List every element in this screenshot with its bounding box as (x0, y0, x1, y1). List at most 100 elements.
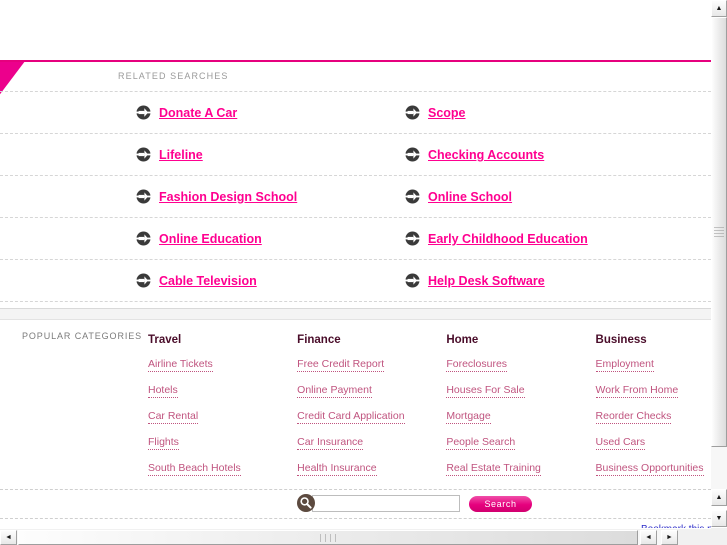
related-search-item[interactable]: Help Desk Software (405, 260, 545, 302)
popular-categories-columns: Travel Airline Tickets Hotels Car Rental… (148, 334, 711, 484)
related-search-item[interactable]: Donate A Car (136, 92, 237, 134)
scroll-down-button[interactable]: ▼ (711, 510, 727, 527)
triangle-up-icon: ▲ (715, 5, 723, 12)
category-link[interactable]: Hotels (148, 384, 178, 398)
related-search-link[interactable]: Fashion Design School (159, 190, 297, 204)
triangle-down-icon: ▼ (715, 515, 723, 522)
category-link[interactable]: Airline Tickets (148, 358, 213, 372)
vertical-scrollbar[interactable]: ▲ ▲ ▼ (711, 0, 727, 545)
list-item: Hotels (148, 380, 297, 406)
category-link[interactable]: Reorder Checks (595, 410, 672, 424)
list-item: Real Estate Training (446, 458, 595, 484)
search-button[interactable]: Search (469, 495, 532, 512)
related-search-item[interactable]: Checking Accounts (405, 134, 544, 176)
list-item: Car Insurance (297, 432, 446, 458)
scroll-up-button[interactable]: ▲ (711, 0, 727, 17)
list-item: Online Payment (297, 380, 446, 406)
related-search-item[interactable]: Lifeline (136, 134, 203, 176)
list-item: Used Cars (595, 432, 711, 458)
related-search-link[interactable]: Donate A Car (159, 106, 237, 120)
related-search-item[interactable]: Cable Television (136, 260, 257, 302)
circle-arrow-right-icon (136, 147, 151, 162)
scroll-up-button-secondary[interactable]: ▲ (711, 489, 727, 506)
list-item: Reorder Checks (595, 406, 711, 432)
table-row: Cable Television Help Desk Software (0, 259, 711, 301)
search-input[interactable] (312, 495, 460, 512)
category-link[interactable]: Houses For Sale (446, 384, 525, 398)
vertical-scrollbar-thumb[interactable] (711, 17, 727, 447)
list-item: Car Rental (148, 406, 297, 432)
list-item: Employment (595, 354, 711, 380)
circle-arrow-right-icon (405, 105, 420, 120)
related-search-link[interactable]: Scope (428, 106, 466, 120)
list-item: Mortgage (446, 406, 595, 432)
scroll-left-button[interactable]: ◄ (0, 530, 17, 545)
category-link[interactable]: Used Cars (595, 436, 646, 450)
related-search-link[interactable]: Checking Accounts (428, 148, 544, 162)
triangle-up-icon-2: ▲ (715, 494, 723, 501)
list-item: Health Insurance (297, 458, 446, 484)
related-search-item[interactable]: Online School (405, 176, 512, 218)
scroll-right-button[interactable]: ► (661, 530, 678, 545)
related-searches-label: RELATED SEARCHES (118, 71, 229, 81)
category-link[interactable]: Free Credit Report (297, 358, 385, 372)
category-link[interactable]: South Beach Hotels (148, 462, 241, 476)
list-item: Airline Tickets (148, 354, 297, 380)
related-search-link[interactable]: Cable Television (159, 274, 257, 288)
list-item: Business Opportunities (595, 458, 711, 484)
table-row: Fashion Design School Online School (0, 175, 711, 217)
magnifier-icon (297, 494, 316, 513)
related-search-item[interactable]: Fashion Design School (136, 176, 297, 218)
category-link[interactable]: Foreclosures (446, 358, 508, 372)
circle-arrow-right-icon (405, 273, 420, 288)
list-item: People Search (446, 432, 595, 458)
category-link[interactable]: Car Insurance (297, 436, 364, 450)
category-link[interactable]: Flights (148, 436, 179, 450)
table-row-bottom-rule (0, 301, 711, 302)
category-link[interactable]: Employment (595, 358, 654, 372)
category-link[interactable]: Business Opportunities (595, 462, 704, 476)
related-search-item[interactable]: Early Childhood Education (405, 218, 588, 260)
related-search-link[interactable]: Help Desk Software (428, 274, 545, 288)
popular-categories-section: POPULAR CATEGORIES Travel Airline Ticket… (0, 322, 711, 476)
horizontal-scrollbar[interactable]: ◄ ◄ ► (0, 528, 711, 545)
scrollbar-grip-icon (318, 529, 338, 545)
page-viewport: RELATED SEARCHES Donate A Car Scope Life… (0, 0, 711, 528)
scrollbar-grip-icon (714, 225, 724, 239)
table-row: Donate A Car Scope (0, 91, 711, 133)
category-link[interactable]: Car Rental (148, 410, 199, 424)
category-column-business: Business Employment Work From Home Reord… (595, 334, 711, 484)
related-search-link[interactable]: Lifeline (159, 148, 203, 162)
list-item: South Beach Hotels (148, 458, 297, 484)
scroll-left-button-secondary[interactable]: ◄ (640, 530, 657, 545)
scrollbar-corner (711, 528, 727, 545)
category-link[interactable]: Real Estate Training (446, 462, 541, 476)
related-search-item[interactable]: Online Education (136, 218, 262, 260)
browser-content-area: RELATED SEARCHES Donate A Car Scope Life… (0, 0, 727, 545)
circle-arrow-right-icon (405, 231, 420, 246)
category-link[interactable]: Mortgage (446, 410, 491, 424)
circle-arrow-right-icon (136, 105, 151, 120)
top-blank-area (0, 0, 711, 60)
related-search-link[interactable]: Online School (428, 190, 512, 204)
section-separator (0, 308, 711, 320)
horizontal-scrollbar-thumb[interactable] (18, 530, 638, 545)
related-search-item[interactable]: Scope (405, 92, 466, 134)
circle-arrow-right-icon (136, 231, 151, 246)
circle-arrow-right-icon (136, 273, 151, 288)
related-search-link[interactable]: Online Education (159, 232, 262, 246)
category-link[interactable]: People Search (446, 436, 516, 450)
popular-categories-label: POPULAR CATEGORIES (22, 331, 143, 341)
circle-arrow-right-icon (405, 147, 420, 162)
category-link[interactable]: Online Payment (297, 384, 372, 398)
category-link[interactable]: Health Insurance (297, 462, 377, 476)
category-heading: Finance (297, 334, 341, 346)
related-search-link[interactable]: Early Childhood Education (428, 232, 588, 246)
triangle-right-icon: ► (666, 534, 673, 541)
category-link[interactable]: Credit Card Application (297, 410, 405, 424)
related-searches-section: RELATED SEARCHES Donate A Car Scope Life… (0, 62, 711, 312)
related-searches-grid: Donate A Car Scope Lifeline Checking Acc… (0, 91, 711, 302)
category-link[interactable]: Work From Home (595, 384, 679, 398)
triangle-left-icon: ◄ (5, 534, 12, 541)
triangle-left-icon-2: ◄ (645, 534, 652, 541)
